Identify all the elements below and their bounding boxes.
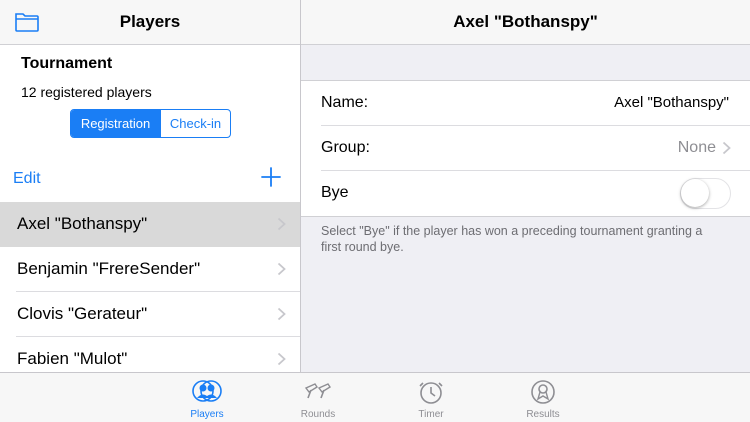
player-row[interactable]: Axel "Bothanspy"	[0, 202, 300, 247]
players-nav-bar: Players	[0, 0, 300, 45]
chevron-right-icon	[277, 307, 286, 321]
detail-nav-bar: Axel "Bothanspy"	[301, 0, 750, 45]
tab-players[interactable]: Players	[172, 373, 242, 422]
players-pane: Players Tournament 12 registered players…	[0, 0, 300, 372]
chevron-right-icon	[277, 352, 286, 366]
player-row[interactable]: Clovis "Gerateur"	[0, 292, 300, 337]
group-row[interactable]: Group: None	[301, 126, 750, 171]
player-name: Clovis "Gerateur"	[17, 304, 148, 323]
tab-bar: Players Rounds Timer Results	[0, 372, 750, 422]
tab-label: Timer	[418, 409, 444, 420]
segment-registration[interactable]: Registration	[71, 110, 160, 137]
player-list: Axel "Bothanspy" Benjamin "FrereSender" …	[0, 202, 300, 372]
edit-button[interactable]: Edit	[13, 170, 41, 188]
chevron-right-icon	[277, 217, 286, 231]
rounds-icon	[304, 383, 331, 399]
plus-icon[interactable]	[260, 166, 282, 188]
results-icon	[531, 380, 555, 404]
bye-toggle[interactable]	[680, 178, 731, 209]
tab-results[interactable]: Results	[508, 373, 578, 422]
toggle-knob	[681, 179, 709, 207]
bye-footnote: Select "Bye" if the player has won a pre…	[321, 224, 703, 254]
registered-count: 12 registered players	[21, 84, 152, 100]
player-row[interactable]: Fabien "Mulot"	[0, 337, 300, 372]
player-name: Benjamin "FrereSender"	[17, 259, 201, 278]
tab-label: Rounds	[300, 409, 336, 420]
tab-rounds[interactable]: Rounds	[283, 373, 353, 422]
player-name: Axel "Bothanspy"	[17, 214, 148, 233]
segment-checkin[interactable]: Check-in	[160, 110, 230, 137]
name-row[interactable]: Name: Axel "Bothanspy"	[301, 81, 750, 126]
player-row[interactable]: Benjamin "FrereSender"	[0, 247, 300, 292]
players-icon	[192, 380, 222, 402]
player-form: Name: Axel "Bothanspy" Group: None Bye	[301, 80, 750, 217]
players-title: Players	[119, 12, 181, 31]
tab-label: Results	[526, 409, 560, 420]
name-value[interactable]: Axel "Bothanspy"	[614, 94, 729, 111]
chevron-right-icon	[722, 141, 731, 155]
registration-segmented-control: Registration Check-in	[70, 109, 231, 138]
group-label: Group:	[321, 139, 370, 156]
group-value: None	[677, 139, 716, 156]
detail-title: Axel "Bothanspy"	[453, 12, 598, 31]
bye-label: Bye	[321, 184, 349, 201]
name-label: Name:	[321, 94, 369, 111]
tournament-title: Tournament	[21, 55, 113, 72]
bye-row: Bye	[301, 171, 750, 216]
player-detail-pane: Axel "Bothanspy" Name: Axel "Bothanspy" …	[301, 0, 750, 372]
tab-label: Players	[190, 409, 224, 420]
chevron-right-icon	[277, 262, 286, 276]
player-name: Fabien "Mulot"	[17, 349, 128, 368]
tab-timer[interactable]: Timer	[396, 373, 466, 422]
timer-icon	[419, 382, 443, 404]
